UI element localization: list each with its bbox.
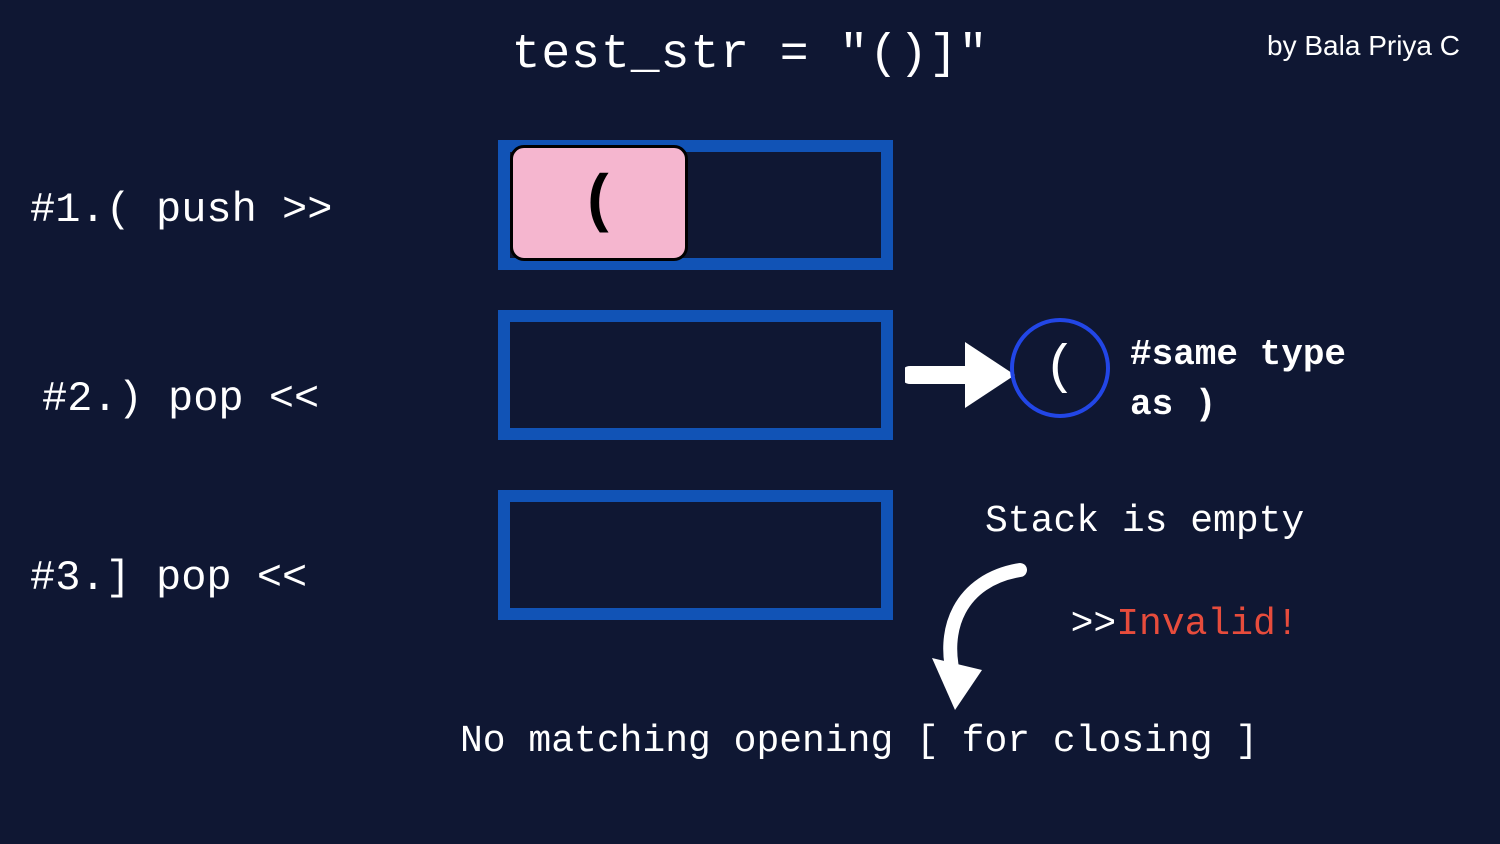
step2-popped-circle: ( xyxy=(1010,318,1110,418)
step2-note: #same type as ) xyxy=(1130,330,1346,431)
arrow-curved-icon xyxy=(920,560,1040,720)
step1-slot-char: ( xyxy=(580,167,618,239)
step3-status-prefix: >> xyxy=(1071,603,1117,646)
step1-slot: ( xyxy=(510,145,688,261)
step1-label: #1.( push >> xyxy=(30,186,332,234)
attribution: by Bala Priya C xyxy=(1267,30,1460,62)
step3-label: #3.] pop << xyxy=(30,554,307,602)
step3-status-top: Stack is empty xyxy=(985,500,1304,543)
step3-stack xyxy=(498,490,893,620)
step2-stack xyxy=(498,310,893,440)
step2-popped-char: ( xyxy=(1044,338,1076,399)
bottom-message: No matching opening [ for closing ] xyxy=(460,720,1258,763)
step2-label: #2.) pop << xyxy=(42,375,319,423)
step3-status-bottom: >>Invalid! xyxy=(1025,560,1299,646)
arrow-right-icon xyxy=(905,330,1025,420)
step3-status-invalid: Invalid! xyxy=(1116,603,1298,646)
